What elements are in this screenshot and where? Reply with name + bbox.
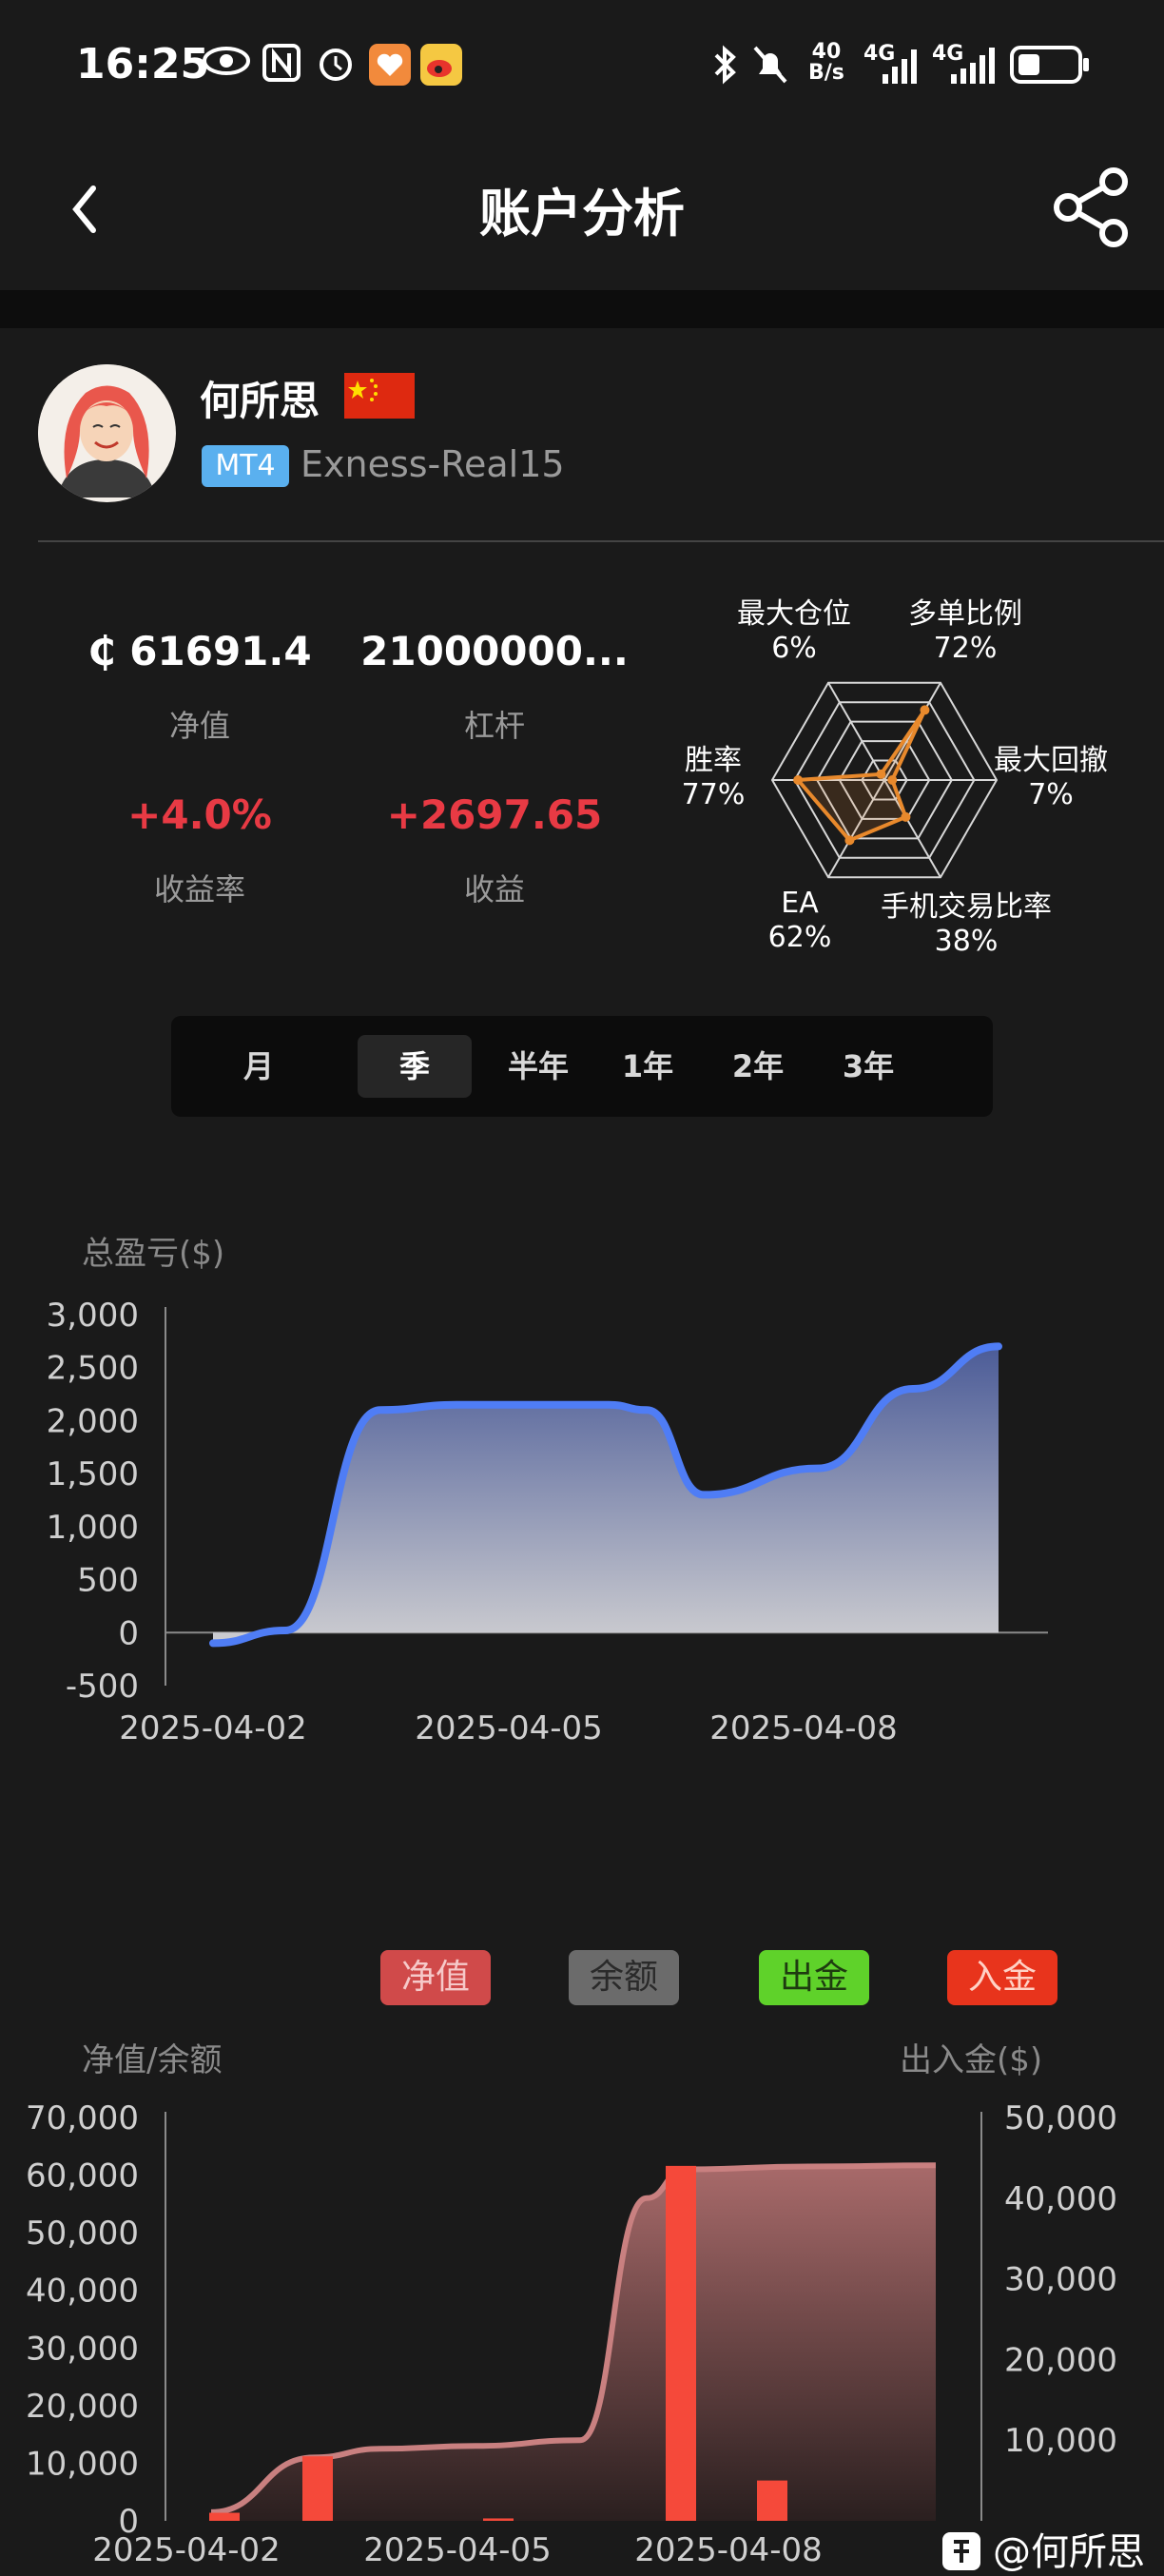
y-tick-label: 2,000 <box>47 1402 139 1440</box>
nfc-icon <box>262 44 301 82</box>
profit-label: 收益 <box>463 871 525 907</box>
pnl-area-fill <box>213 1346 999 1644</box>
radar-point <box>920 705 930 715</box>
avatar-illustration <box>38 364 175 501</box>
y-tick-label: 500 <box>77 1562 139 1600</box>
radar-label-long-ratio: 多单比例 72% <box>908 597 1022 665</box>
right-tick-label: 20,000 <box>1004 2341 1117 2379</box>
leverage-value: 21000000... <box>360 628 629 674</box>
radar-point <box>844 835 855 846</box>
equity-label: 净值 <box>168 708 230 744</box>
x-tick-label: 2025-04-05 <box>363 2531 552 2568</box>
x-tick-label: 2025-04-08 <box>709 1709 898 1747</box>
equity-chart-ylabel-left: 净值/余额 <box>82 2041 223 2079</box>
y-tick-label: 2,500 <box>47 1350 139 1388</box>
net-speed: 40 B/s <box>808 40 844 85</box>
app-heart-icon <box>369 44 411 86</box>
profile-name: 何所思 <box>200 378 320 424</box>
legend-equity[interactable]: 净值 <box>380 1950 491 2005</box>
y-tick-label: 1,000 <box>47 1509 139 1547</box>
profile-divider <box>38 540 1164 542</box>
left-tick-label: 40,000 <box>26 2273 139 2311</box>
mute-bell-icon <box>753 46 787 84</box>
left-tick-label: 30,000 <box>26 2330 139 2368</box>
left-tick-label: 60,000 <box>26 2157 139 2195</box>
radar-label-max-drawdown: 最大回撤 7% <box>994 744 1108 811</box>
signal-icon-2 <box>951 48 995 84</box>
right-tick-label: 10,000 <box>1004 2422 1117 2460</box>
pnl-area-chart: 3,0002,5002,0001,5001,0005000-5002025-04… <box>47 1297 1048 1747</box>
weibo-icon <box>420 44 462 86</box>
radar-label-max-position: 最大仓位 6% <box>737 597 851 665</box>
period-tabs: 月 季 半年 1年 2年 3年 <box>171 1016 993 1117</box>
status-bar: 16:25 40 B/s 4G 4G <box>0 0 1164 133</box>
legend-withdrawal[interactable]: 出金 <box>759 1950 869 2005</box>
tab-half-year[interactable]: 半年 <box>481 1035 595 1098</box>
x-tick-label: 2025-04-02 <box>92 2531 281 2568</box>
deposit-bar <box>483 2518 514 2521</box>
right-tick-label: 40,000 <box>1004 2180 1117 2218</box>
right-tick-label: 30,000 <box>1004 2261 1117 2299</box>
battery-icon <box>1010 46 1089 84</box>
y-tick-label: 1,500 <box>47 1455 139 1493</box>
signal-icon-1 <box>883 49 917 84</box>
return-rate-value: +4.0% <box>127 791 272 838</box>
share-icon[interactable] <box>1051 166 1133 248</box>
zhihu-logo-icon <box>942 2532 981 2570</box>
alarm-icon <box>320 49 352 81</box>
left-tick-label: 70,000 <box>26 2099 139 2137</box>
y-tick-label: 3,000 <box>47 1297 139 1335</box>
leverage-label: 杠杆 <box>463 708 525 744</box>
right-tick-label: 50,000 <box>1004 2099 1117 2137</box>
deposit-bar <box>209 2512 240 2521</box>
return-rate-label: 收益率 <box>153 871 245 907</box>
header-separator <box>0 290 1164 328</box>
tab-month[interactable]: 月 <box>211 1035 306 1098</box>
radar-point <box>887 775 898 785</box>
x-tick-label: 2025-04-08 <box>634 2531 823 2568</box>
radar-point <box>901 811 911 822</box>
equity-value: ₵ 61691.4 <box>87 628 312 674</box>
radar-label-ea: EA 62% <box>767 887 832 954</box>
page-title: 账户分析 <box>479 184 685 244</box>
tab-1-year[interactable]: 1年 <box>595 1035 700 1098</box>
bluetooth-icon <box>714 45 736 85</box>
legend-deposit[interactable]: 入金 <box>947 1950 1057 2005</box>
radar-point <box>876 769 886 779</box>
equity-funds-chart: 70,000 60,000 50,000 40,000 30,000 20,000 10,0… <box>26 2099 1117 2568</box>
tab-2-year[interactable]: 2年 <box>706 1035 810 1098</box>
avatar[interactable] <box>38 364 176 502</box>
radar-label-win-rate: 胜率 77% <box>681 744 746 811</box>
deposit-bar <box>302 2456 333 2521</box>
china-flag-icon <box>344 373 415 419</box>
header-bar: 账户分析 <box>0 133 1164 290</box>
y-tick-label: -500 <box>66 1668 139 1706</box>
profit-value: +2697.65 <box>386 791 603 838</box>
x-tick-label: 2025-04-02 <box>119 1709 307 1747</box>
deposit-bar <box>757 2480 787 2521</box>
radar-label-mobile-ratio: 手机交易比率 38% <box>881 890 1052 958</box>
x-tick-label: 2025-04-05 <box>415 1709 603 1747</box>
left-tick-label: 10,000 <box>26 2445 139 2483</box>
watermark: @何所思 <box>942 2521 1145 2576</box>
status-time: 16:25 <box>76 40 210 88</box>
platform-badge: MT4 <box>202 445 289 487</box>
radar-spoke <box>827 682 885 781</box>
equity-chart-ylabel-right: 出入金($) <box>900 2041 1043 2079</box>
server-name: Exness-Real15 <box>301 443 565 485</box>
pnl-chart-ylabel: 总盈亏($) <box>82 1235 225 1273</box>
legend-balance[interactable]: 余额 <box>569 1950 679 2005</box>
eye-icon <box>203 47 250 75</box>
deposit-bar <box>666 2165 696 2521</box>
tab-quarter[interactable]: 季 <box>358 1035 472 1098</box>
left-tick-label: 20,000 <box>26 2388 139 2426</box>
left-tick-label: 50,000 <box>26 2215 139 2253</box>
radar-point <box>793 775 804 785</box>
tab-3-year[interactable]: 3年 <box>816 1035 921 1098</box>
y-tick-label: 0 <box>118 1614 139 1652</box>
